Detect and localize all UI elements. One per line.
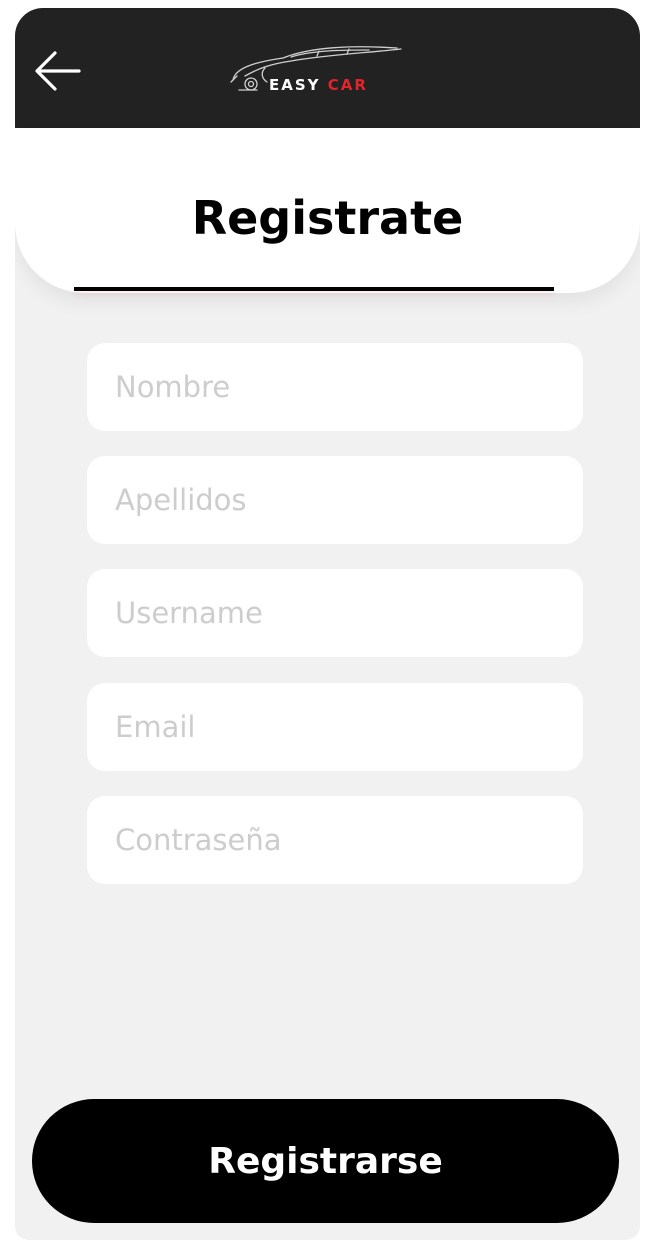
apellidos-field[interactable] <box>87 456 583 544</box>
email-field[interactable] <box>87 683 583 771</box>
back-button[interactable] <box>33 48 83 94</box>
arrow-left-icon <box>35 51 81 91</box>
page-title: Registrate <box>191 191 464 245</box>
logo-text-accent: CAR <box>327 76 368 94</box>
register-screen: EASY CAR Registrate Registrarse <box>15 8 640 1240</box>
password-field[interactable] <box>87 796 583 884</box>
logo-wordmark: EASY CAR <box>269 76 368 94</box>
username-field[interactable] <box>87 569 583 657</box>
title-underline <box>74 287 554 291</box>
register-button[interactable]: Registrarse <box>32 1099 619 1223</box>
top-app-bar: EASY CAR <box>15 8 640 128</box>
logo-text-primary: EASY <box>269 76 321 94</box>
title-card: Registrate <box>15 128 640 293</box>
nombre-field[interactable] <box>87 343 583 431</box>
easy-car-logo: EASY CAR <box>225 38 415 100</box>
